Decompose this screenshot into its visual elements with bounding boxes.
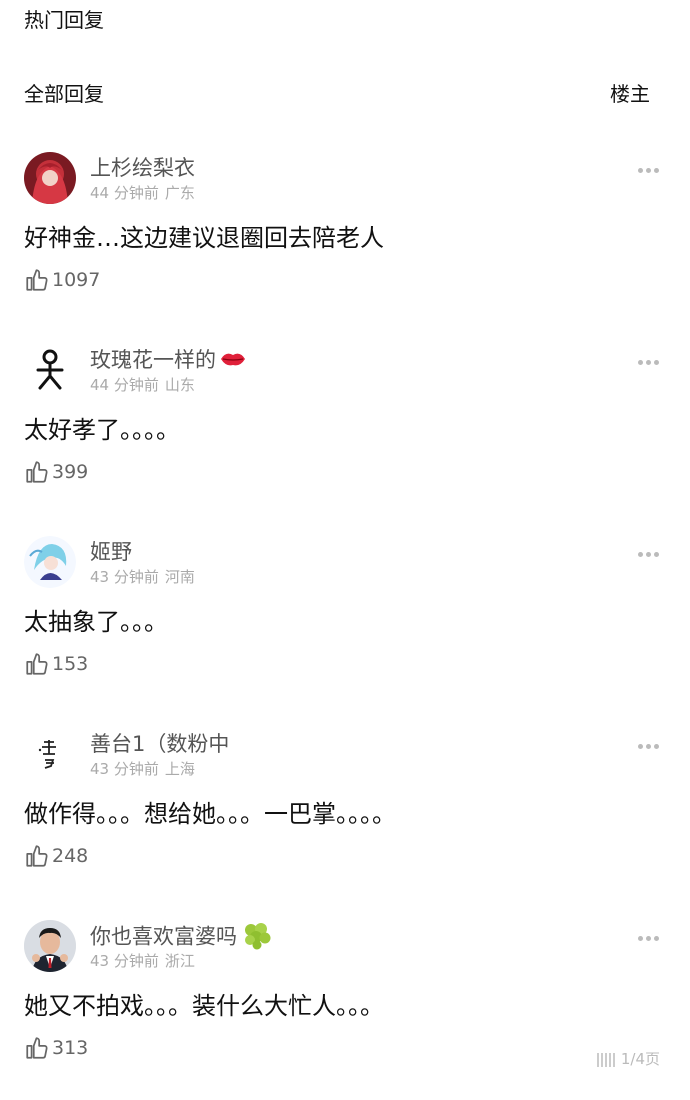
man-photo-avatar-icon	[24, 920, 76, 972]
avatar[interactable]	[24, 728, 76, 780]
comment-item: 姬野 43 分钟前 河南 太抽象了。。。 153	[0, 536, 690, 716]
like-count: 1097	[52, 269, 101, 291]
all-replies-header: 全部回复 楼主	[24, 78, 650, 108]
more-options-icon[interactable]	[638, 158, 666, 173]
like-count: 248	[52, 845, 89, 867]
thumbs-up-icon	[26, 1037, 48, 1059]
comment-item: 上杉绘梨衣 44 分钟前 广东 好神金…这边建议退圈回去陪老人 1097	[0, 152, 690, 332]
page-indicator: 1/4页	[596, 1048, 660, 1069]
avatar[interactable]	[24, 344, 76, 396]
thumbs-up-icon	[26, 461, 48, 483]
more-options-icon[interactable]	[638, 350, 666, 365]
like-count: 399	[52, 461, 89, 483]
thumbs-up-icon	[26, 845, 48, 867]
username[interactable]: 善台1（数粉中	[90, 728, 229, 758]
comment-meta: 44 分钟前 山东	[90, 376, 195, 394]
barcode-icon	[596, 1052, 617, 1067]
avatar[interactable]	[24, 536, 76, 588]
comment-meta: 44 分钟前 广东	[90, 184, 195, 202]
like-button[interactable]: 399	[24, 458, 88, 486]
red-hair-avatar-icon	[24, 152, 76, 204]
like-count: 313	[52, 1037, 89, 1059]
grapes-emoji-icon	[241, 920, 273, 955]
comment-text: 太抽象了。。。	[24, 608, 168, 636]
comment-meta: 43 分钟前 河南	[90, 568, 195, 586]
comment-meta: 43 分钟前 浙江	[90, 952, 195, 970]
avatar[interactable]	[24, 152, 76, 204]
like-button[interactable]: 248	[24, 842, 88, 870]
like-button[interactable]: 153	[24, 650, 88, 678]
username[interactable]: 姬野	[90, 536, 132, 566]
comment-text: 她又不拍戏。。。装什么大忙人。。。	[24, 992, 384, 1020]
comment-text: 太好孝了。。。。	[24, 416, 180, 444]
username[interactable]: 玫瑰花一样的	[90, 344, 246, 374]
like-button[interactable]: 313	[24, 1034, 88, 1062]
avatar[interactable]	[24, 920, 76, 972]
all-replies-title: 全部回复	[24, 82, 104, 106]
like-count: 153	[52, 653, 89, 675]
comment-item: 你也喜欢富婆吗 43 分钟前 浙江 她又不拍戏。。。装什么大忙人。。。 313	[0, 920, 690, 1100]
more-options-icon[interactable]	[638, 734, 666, 749]
thumbs-up-icon	[26, 653, 48, 675]
owner-only-filter[interactable]: 楼主	[610, 78, 650, 107]
username[interactable]: 上杉绘梨衣	[90, 152, 195, 182]
comment-item: 善台1（数粉中 43 分钟前 上海 做作得。。。想给她。。。一巴掌。。。。 248	[0, 728, 690, 908]
calligraphy-avatar-icon	[38, 740, 56, 769]
anime-avatar-icon	[24, 536, 76, 588]
stick-figure-avatar-icon	[36, 349, 64, 390]
lips-emoji-icon	[220, 349, 246, 373]
hot-replies-title: 热门回复	[24, 8, 104, 32]
more-options-icon[interactable]	[638, 926, 666, 941]
comment-text: 好神金…这边建议退圈回去陪老人	[24, 224, 384, 252]
comment-text: 做作得。。。想给她。。。一巴掌。。。。	[24, 800, 396, 828]
like-button[interactable]: 1097	[24, 266, 100, 294]
comment-meta: 43 分钟前 上海	[90, 760, 195, 778]
thumbs-up-icon	[26, 269, 48, 291]
more-options-icon[interactable]	[638, 542, 666, 557]
comment-item: 玫瑰花一样的 44 分钟前 山东 太好孝了。。。。 399	[0, 344, 690, 524]
